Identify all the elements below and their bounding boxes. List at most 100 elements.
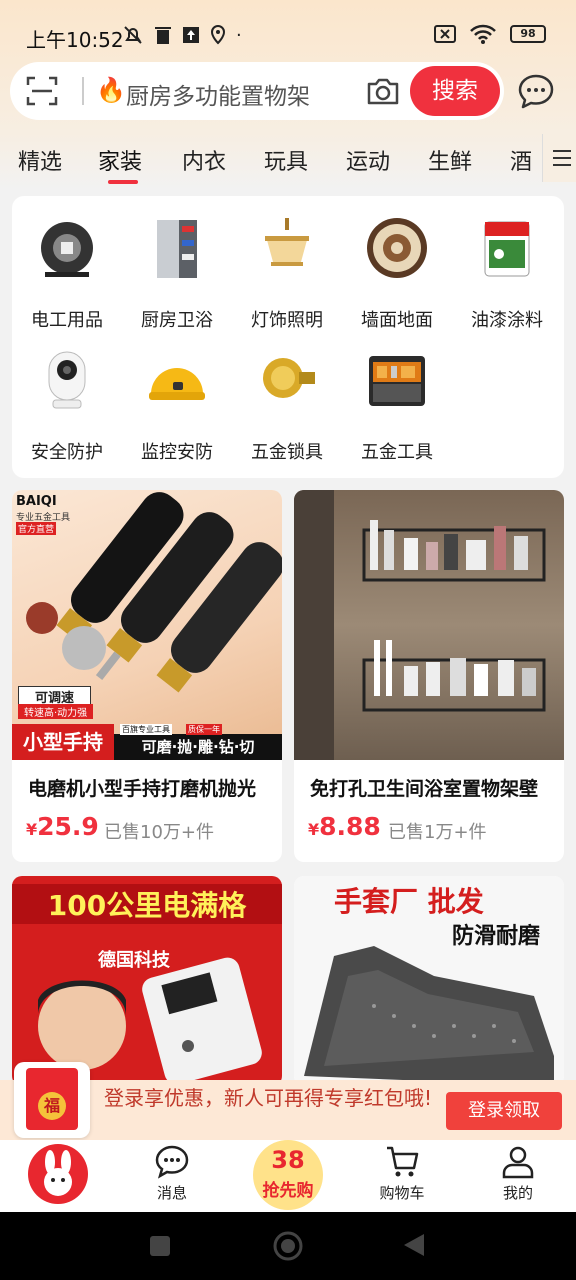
nav-sale[interactable]: 38 抢先购 xyxy=(238,1140,338,1210)
search-button[interactable]: 搜索 xyxy=(410,66,500,116)
login-promo-bar: 福 登录享优惠，新人可再得专享红包哦! 登录领取 xyxy=(0,1062,576,1140)
camera-icon xyxy=(48,351,86,409)
brand-logo: BAIQI xyxy=(16,494,57,509)
scan-icon[interactable] xyxy=(26,75,58,107)
cable-reel-icon xyxy=(41,222,93,277)
category-grid: 电工用品 厨房卫浴 灯饰照明 墙面地面 油漆涂料 安全防护 监控安防 五金锁具 … xyxy=(12,196,564,478)
category-item[interactable]: 电工用品 xyxy=(12,196,122,331)
paint-bucket-icon xyxy=(484,221,530,277)
product-card[interactable]: BAIQI 专业五金工具 官方直营 可调速 转速高·动力强 小型手持 可磨·抛·… xyxy=(12,490,282,862)
tab-menu-button[interactable] xyxy=(542,134,576,182)
battery-indicator: 98 xyxy=(510,25,546,43)
category-item[interactable]: 灯饰照明 xyxy=(232,196,342,331)
product-price: ¥25.9 xyxy=(26,812,99,841)
tab-jiazhuang[interactable]: 家装 xyxy=(98,144,142,176)
category-label: 监控安防 xyxy=(141,442,213,463)
search-input[interactable]: 厨房多功能置物架 xyxy=(126,77,310,111)
status-icons-left: · xyxy=(122,24,242,46)
category-label: 安全防护 xyxy=(31,442,103,463)
tab-yundong[interactable]: 运动 xyxy=(346,144,390,176)
tab-wanju[interactable]: 玩具 xyxy=(264,144,308,176)
product-image[interactable]: 100公里电满格 德国科技 xyxy=(12,876,282,1086)
fire-icon: 🔥 xyxy=(96,76,126,104)
tagline-features: 可磨·抛·雕·钻·切 xyxy=(114,734,282,760)
sold-count: 已售10万+件 xyxy=(104,822,214,843)
door-knob-icon xyxy=(263,358,315,398)
system-navigation-bar xyxy=(0,1212,576,1280)
rabbit-logo-icon xyxy=(28,1144,88,1204)
tag-power: 转速高·动力强 xyxy=(18,704,94,719)
nav-profile[interactable]: 我的 xyxy=(468,1144,568,1203)
helmet-icon xyxy=(149,368,205,400)
menu-icon xyxy=(553,150,571,152)
tab-active-indicator xyxy=(108,180,138,184)
nav-label: 我的 xyxy=(502,1184,533,1202)
nav-cart[interactable]: 购物车 xyxy=(352,1144,452,1203)
status-time: 上午10:52 xyxy=(26,28,124,52)
official-badge: 官方直营 xyxy=(16,522,57,535)
product-card[interactable]: 100公里电满格 德国科技 xyxy=(12,876,282,1086)
category-item[interactable]: 墙面地面 xyxy=(342,196,452,331)
red-envelope-icon: 福 xyxy=(14,1062,90,1138)
cart-icon xyxy=(387,1146,419,1177)
category-label: 五金工具 xyxy=(361,442,433,463)
mute-icon xyxy=(124,26,142,44)
tag-brand-tool: 百旗专业工具 xyxy=(120,724,172,735)
message-icon[interactable] xyxy=(516,72,556,112)
chandelier-icon xyxy=(265,218,309,266)
price-value: 8.88 xyxy=(319,812,381,841)
tab-shengxian[interactable]: 生鲜 xyxy=(428,144,472,176)
status-bar: 上午10:52 · 98 xyxy=(0,0,576,64)
category-item[interactable]: 五金工具 xyxy=(342,328,452,463)
sale-number: 38 xyxy=(271,1146,305,1174)
dot-icon: · xyxy=(236,24,242,46)
search-bar[interactable]: 🔥 厨房多功能置物架 搜索 xyxy=(10,62,504,120)
product-image[interactable] xyxy=(294,490,564,760)
trash-icon xyxy=(155,27,171,44)
nav-home[interactable] xyxy=(8,1144,108,1204)
user-icon xyxy=(502,1146,534,1179)
product-card[interactable]: 手套厂 批发 防滑耐磨 xyxy=(294,876,564,1086)
sold-count: 已售1万+件 xyxy=(388,822,487,843)
nav-label: 购物车 xyxy=(379,1184,425,1202)
category-label: 五金锁具 xyxy=(251,442,323,463)
headline-handheld: 小型手持 xyxy=(12,724,114,760)
camera-icon[interactable] xyxy=(366,74,400,108)
product-title[interactable]: 免打孔卫生间浴室置物架壁 xyxy=(310,774,538,801)
category-item[interactable]: 油漆涂料 xyxy=(452,196,562,331)
status-icons-right: 98 xyxy=(434,24,546,44)
price-value: 25.9 xyxy=(37,812,99,841)
category-item[interactable]: 监控安防 xyxy=(122,328,232,463)
home-circle-icon[interactable] xyxy=(272,1230,304,1262)
product-image[interactable]: BAIQI 专业五金工具 官方直营 可调速 转速高·动力强 小型手持 可磨·抛·… xyxy=(12,490,282,760)
product-image[interactable]: 手套厂 批发 防滑耐磨 xyxy=(294,876,564,1086)
tab-jingxuan[interactable]: 精选 xyxy=(18,144,62,176)
category-tabs: 精选 家装 内衣 玩具 运动 生鲜 酒 xyxy=(0,134,576,190)
bottom-navigation: 消息 38 抢先购 购物车 我的 xyxy=(0,1140,576,1212)
cabinet-icon xyxy=(157,220,197,278)
category-label: 油漆涂料 xyxy=(471,310,543,331)
upload-icon xyxy=(183,27,199,43)
category-item[interactable]: 五金锁具 xyxy=(232,328,342,463)
toolbox-icon xyxy=(369,356,425,406)
product-card[interactable]: 免打孔卫生间浴室置物架壁 ¥8.88 已售1万+件 xyxy=(294,490,564,862)
carpet-icon xyxy=(367,218,427,278)
sim-off-icon xyxy=(434,25,456,43)
recents-icon[interactable] xyxy=(148,1234,172,1258)
tab-jiu[interactable]: 酒 xyxy=(510,144,532,176)
gloves-illustration xyxy=(304,946,554,1086)
currency-symbol: ¥ xyxy=(308,820,320,839)
person-illustration xyxy=(38,957,262,1085)
product-price: ¥8.88 xyxy=(308,812,381,841)
category-item[interactable]: 安全防护 xyxy=(12,328,122,463)
promo-text: 登录享优惠，新人可再得专享红包哦! xyxy=(104,1086,433,1110)
nav-label: 消息 xyxy=(156,1184,187,1202)
nav-messages[interactable]: 消息 xyxy=(122,1144,222,1203)
category-item[interactable]: 厨房卫浴 xyxy=(122,196,232,331)
tab-neiyi[interactable]: 内衣 xyxy=(182,144,226,176)
back-icon[interactable] xyxy=(402,1232,426,1258)
login-claim-button[interactable]: 登录领取 xyxy=(446,1092,562,1130)
product-title[interactable]: 电磨机小型手持打磨机抛光 xyxy=(28,774,256,801)
tag-warranty: 质保一年 xyxy=(186,724,222,735)
search-divider xyxy=(82,77,84,105)
